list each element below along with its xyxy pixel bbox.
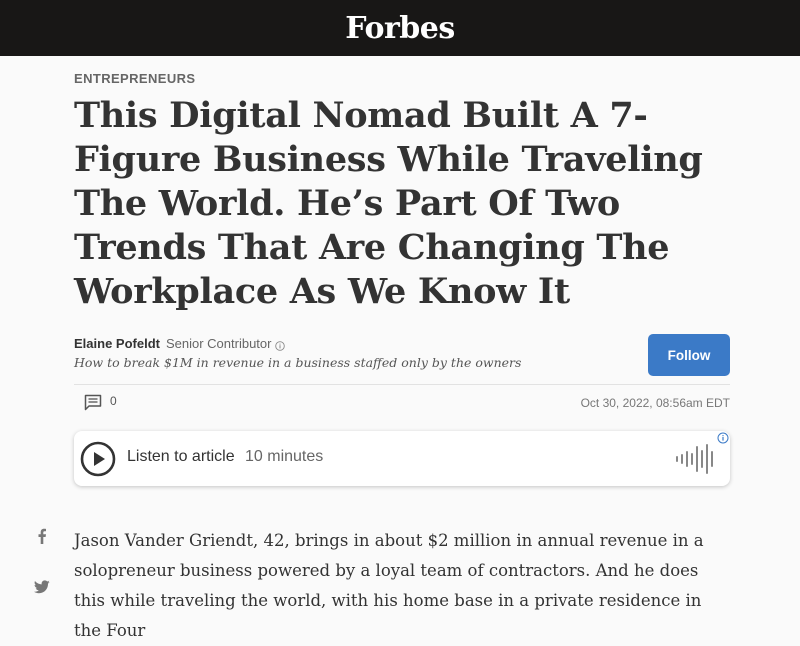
channel-label[interactable]: ENTREPRENEURS bbox=[74, 71, 196, 86]
publish-timestamp: Oct 30, 2022, 08:56am EDT bbox=[580, 396, 730, 410]
facebook-share-button[interactable] bbox=[30, 526, 54, 550]
author-bio: How to break $1M in revenue in a busines… bbox=[74, 355, 522, 370]
author-role: Senior Contributor bbox=[165, 336, 272, 351]
article-page: ENTREPRENEURS This Digital Nomad Built A… bbox=[0, 56, 800, 640]
play-button[interactable] bbox=[80, 441, 116, 477]
listen-label: Listen to article bbox=[127, 448, 235, 465]
twitter-icon bbox=[33, 579, 50, 599]
comments-button[interactable]: 0 bbox=[84, 394, 117, 416]
info-icon[interactable] bbox=[275, 339, 286, 351]
comment-count: 0 bbox=[110, 394, 117, 408]
ad-info-icon[interactable] bbox=[717, 431, 729, 444]
article-headline: This Digital Nomad Built A 7-Figure Busi… bbox=[74, 95, 703, 312]
author-byline: Elaine Pofeldt Senior Contributor How to… bbox=[74, 336, 730, 370]
facebook-icon bbox=[37, 528, 47, 549]
article-body-paragraph: Jason Vander Griendt, 42, brings in abou… bbox=[74, 531, 704, 640]
comment-icon bbox=[84, 394, 102, 416]
follow-button[interactable]: Follow bbox=[648, 334, 730, 376]
audio-player-card: Listen to article 10 minutes bbox=[74, 431, 730, 486]
forbes-logo[interactable]: Forbes bbox=[345, 12, 455, 44]
article-meta-row: 0 Oct 30, 2022, 08:56am EDT bbox=[74, 392, 730, 416]
author-name[interactable]: Elaine Pofeldt bbox=[74, 336, 160, 351]
waveform-icon bbox=[674, 443, 718, 475]
top-navigation-bar: Forbes bbox=[0, 0, 800, 56]
listen-duration: 10 minutes bbox=[245, 448, 324, 465]
twitter-share-button[interactable] bbox=[30, 577, 54, 601]
divider bbox=[74, 384, 730, 385]
author-line: Elaine Pofeldt Senior Contributor bbox=[74, 336, 730, 351]
